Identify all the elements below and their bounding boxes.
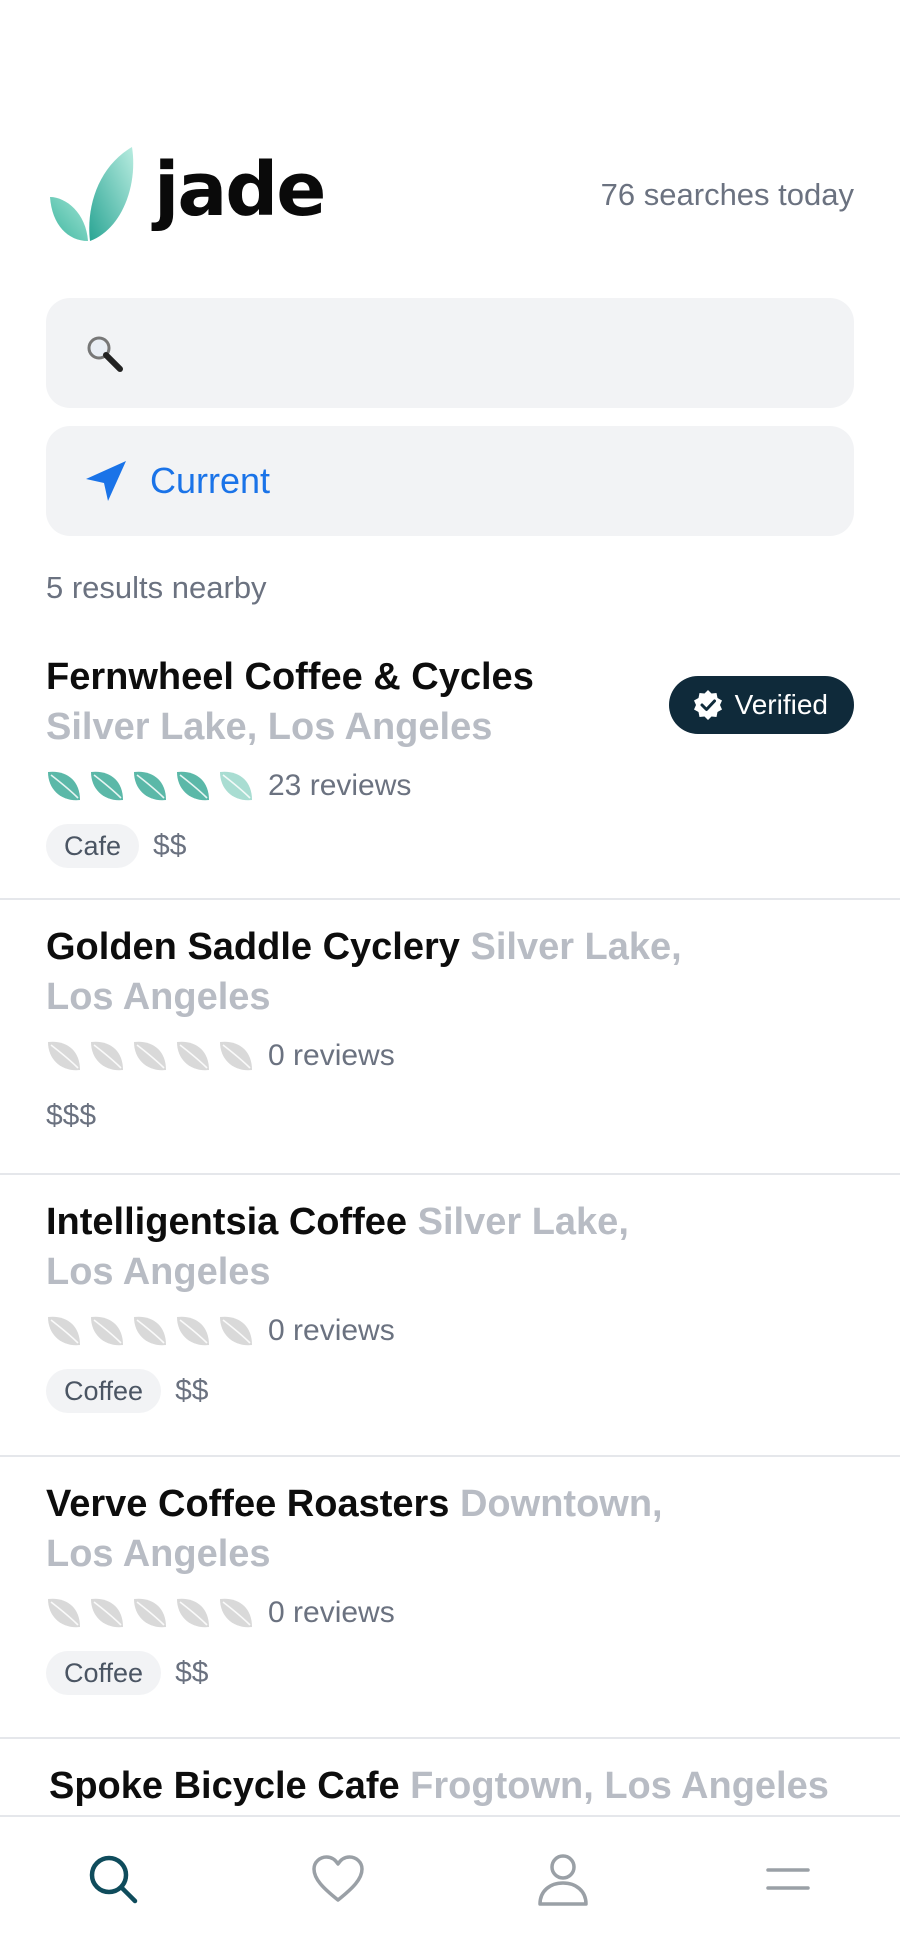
leaf-empty-icon bbox=[177, 1316, 209, 1346]
leaf-filled-icon bbox=[48, 771, 80, 801]
leaf-empty-icon bbox=[91, 1598, 123, 1628]
price-level: $$$ bbox=[46, 1099, 97, 1132]
leaf-rating bbox=[46, 1038, 254, 1074]
place-name: Golden Saddle Cyclery bbox=[46, 926, 460, 968]
review-count: 0 reviews bbox=[268, 1039, 395, 1072]
tags-row: $$$ bbox=[46, 1094, 854, 1138]
nav-menu-button[interactable] bbox=[748, 1839, 828, 1919]
leaf-empty-icon bbox=[177, 1041, 209, 1071]
item-title: Verve Coffee Roasters Downtown, Los Ange… bbox=[46, 1479, 726, 1579]
rating: 23 reviews bbox=[46, 766, 854, 806]
rating: 0 reviews bbox=[46, 1311, 854, 1351]
price-level: $$ bbox=[175, 1656, 209, 1689]
review-count: 0 reviews bbox=[268, 1314, 395, 1347]
leaf-filled-icon bbox=[134, 771, 166, 801]
verified-badge: Verified bbox=[668, 676, 854, 734]
tags-row: Coffee $$ bbox=[46, 1651, 854, 1695]
app-header: jade 76 searches today bbox=[46, 140, 854, 250]
results-count: 5 results nearby bbox=[46, 570, 267, 605]
review-count: 0 reviews bbox=[268, 1596, 395, 1629]
place-name: Fernwheel Coffee & Cycles bbox=[46, 656, 534, 698]
leaf-empty-icon bbox=[48, 1316, 80, 1346]
item-title: Golden Saddle Cyclery Silver Lake, Los A… bbox=[46, 922, 726, 1022]
place-location: Frogtown, Los Angeles bbox=[410, 1765, 829, 1807]
list-item[interactable]: Fernwheel Coffee & Cycles Silver Lake, L… bbox=[0, 630, 900, 900]
bottom-navigation bbox=[0, 1815, 900, 1951]
results-list: Fernwheel Coffee & Cycles Silver Lake, L… bbox=[0, 630, 900, 1939]
leaf-empty-icon bbox=[134, 1041, 166, 1071]
list-item[interactable]: Verve Coffee Roasters Downtown, Los Ange… bbox=[0, 1457, 900, 1739]
nav-search-button[interactable] bbox=[73, 1839, 153, 1919]
rating: 0 reviews bbox=[46, 1036, 854, 1076]
list-item[interactable]: Intelligentsia Coffee Silver Lake, Los A… bbox=[0, 1175, 900, 1457]
nav-profile-button[interactable] bbox=[523, 1839, 603, 1919]
location-selector[interactable]: Current bbox=[46, 426, 854, 536]
location-arrow-icon bbox=[84, 459, 128, 503]
leaf-filled-icon bbox=[91, 771, 123, 801]
location-label: Current bbox=[150, 460, 271, 501]
searches-today-count: 76 searches today bbox=[600, 177, 854, 212]
place-location: Silver Lake, Los Angeles bbox=[46, 706, 493, 748]
leaf-rating bbox=[46, 768, 254, 804]
leaf-empty-icon bbox=[48, 1598, 80, 1628]
logo[interactable]: jade bbox=[46, 145, 326, 245]
leaf-empty-icon bbox=[91, 1316, 123, 1346]
nav-favorites-button[interactable] bbox=[298, 1839, 378, 1919]
logo-text: jade bbox=[154, 147, 326, 233]
leaf-rating bbox=[46, 1313, 254, 1349]
menu-icon bbox=[765, 1868, 810, 1890]
category-tag: Coffee bbox=[46, 1651, 162, 1695]
leaf-half-icon bbox=[220, 771, 252, 801]
search-input[interactable] bbox=[146, 322, 854, 384]
profile-icon bbox=[537, 1854, 588, 1906]
leaf-empty-icon bbox=[220, 1598, 252, 1628]
leaf-rating bbox=[46, 1595, 254, 1631]
leaf-empty-icon bbox=[48, 1041, 80, 1071]
leaf-empty-icon bbox=[177, 1598, 209, 1628]
review-count: 23 reviews bbox=[268, 769, 412, 802]
leaf-empty-icon bbox=[134, 1316, 166, 1346]
heart-icon bbox=[311, 1855, 364, 1902]
rating: 0 reviews bbox=[46, 1593, 854, 1633]
item-title: Spoke Bicycle Cafe Frogtown, Los Angeles bbox=[49, 1761, 869, 1811]
place-name: Intelligentsia Coffee bbox=[46, 1201, 408, 1243]
verified-check-icon bbox=[693, 690, 723, 720]
search-icon bbox=[84, 333, 124, 373]
category-tag: Coffee bbox=[46, 1369, 162, 1413]
leaf-empty-icon bbox=[91, 1041, 123, 1071]
search-icon bbox=[89, 1855, 137, 1904]
place-name: Spoke Bicycle Cafe bbox=[49, 1765, 400, 1807]
price-level: $$ bbox=[175, 1374, 209, 1407]
leaf-empty-icon bbox=[134, 1598, 166, 1628]
item-title: Intelligentsia Coffee Silver Lake, Los A… bbox=[46, 1197, 686, 1297]
leaf-logo-icon bbox=[50, 147, 134, 241]
verified-label: Verified bbox=[734, 689, 828, 720]
leaf-filled-icon bbox=[177, 771, 209, 801]
place-name: Verve Coffee Roasters bbox=[46, 1483, 450, 1525]
leaf-empty-icon bbox=[220, 1041, 252, 1071]
tags-row: Coffee $$ bbox=[46, 1369, 854, 1413]
leaf-empty-icon bbox=[220, 1316, 252, 1346]
category-tag: Cafe bbox=[46, 824, 140, 868]
tags-row: Cafe $$ bbox=[46, 824, 854, 868]
price-level: $$ bbox=[153, 829, 187, 862]
search-bar[interactable] bbox=[46, 298, 854, 408]
item-title: Fernwheel Coffee & Cycles Silver Lake, L… bbox=[46, 652, 606, 752]
list-item[interactable]: Golden Saddle Cyclery Silver Lake, Los A… bbox=[0, 900, 900, 1175]
